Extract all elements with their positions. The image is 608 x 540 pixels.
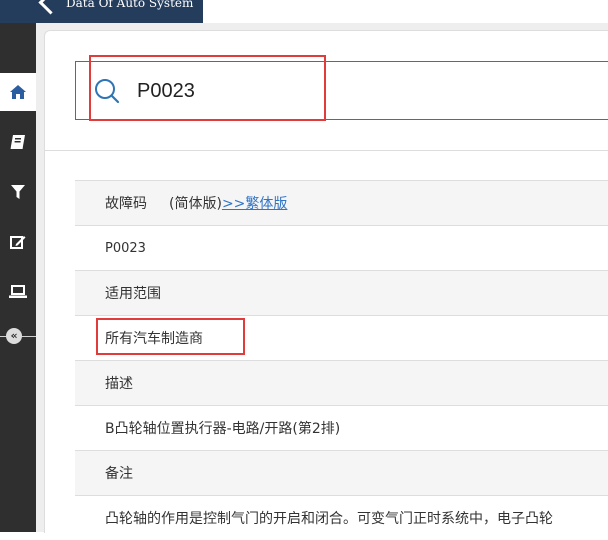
sidebar-item-filter[interactable] — [0, 173, 36, 211]
row-code-label: 故障码 (简体版) >>繁体版 — [75, 180, 608, 225]
note-value: 凸轮轴的作用是控制气门的开启和闭合。可变气门正时系统中，电子凸轮 — [105, 511, 553, 527]
desc-label: 描述 — [105, 376, 133, 392]
code-label: 故障码 — [105, 196, 147, 212]
home-icon — [10, 85, 26, 99]
section-divider — [44, 150, 608, 151]
row-scope-label: 适用范围 — [75, 270, 608, 315]
sidebar-item-laptop[interactable] — [0, 272, 36, 310]
detail-table: 故障码 (简体版) >>繁体版 P0023 适用范围 所有汽车制造商 描述 B凸… — [75, 180, 608, 540]
filter-icon — [11, 185, 25, 199]
sidebar-item-home[interactable] — [0, 73, 36, 111]
collapse-sidebar-button[interactable]: « — [6, 328, 22, 344]
row-desc-value: B凸轮轴位置执行器-电路/开路(第2排) — [75, 405, 608, 450]
simplified-note: (简体版) — [169, 196, 222, 212]
brand-text: Data Of Auto System — [66, 0, 194, 10]
scope-highlight-box — [96, 318, 245, 355]
book-icon — [10, 135, 25, 149]
sidebar — [0, 23, 36, 532]
top-banner: Data Of Auto System — [0, 0, 608, 23]
scope-label: 适用范围 — [105, 286, 161, 302]
sidebar-item-book[interactable] — [0, 123, 36, 161]
note-label: 备注 — [105, 466, 133, 482]
edit-icon — [10, 235, 26, 249]
search-highlight-box — [89, 55, 326, 121]
row-code-value: P0023 — [75, 225, 608, 270]
code-value: P0023 — [105, 240, 146, 256]
brand-chevron-icon — [38, 0, 63, 15]
row-note-label: 备注 — [75, 450, 608, 495]
traditional-version-link[interactable]: >>繁体版 — [222, 193, 287, 213]
sidebar-item-edit[interactable] — [0, 222, 36, 260]
row-note-value: 凸轮轴的作用是控制气门的开启和闭合。可变气门正时系统中，电子凸轮 — [75, 495, 608, 540]
desc-value: B凸轮轴位置执行器-电路/开路(第2排) — [105, 421, 341, 437]
row-desc-label: 描述 — [75, 360, 608, 405]
brand-logo: Data Of Auto System — [0, 0, 203, 23]
laptop-icon — [9, 284, 27, 298]
